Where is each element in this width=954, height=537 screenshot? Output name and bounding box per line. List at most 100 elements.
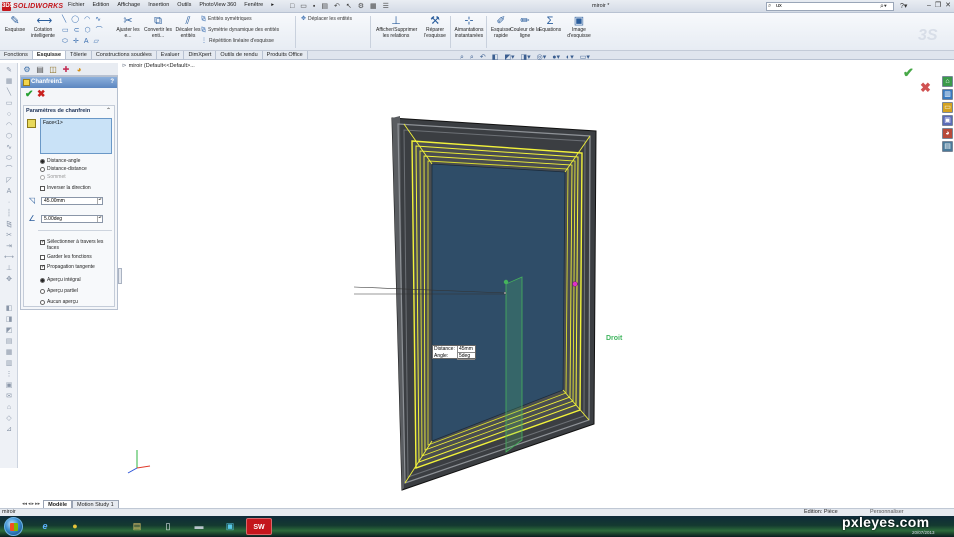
note-icon[interactable]: ✉ xyxy=(4,393,14,401)
polygon-icon[interactable]: ⬡ xyxy=(85,27,91,35)
flyout-feature-tree[interactable]: ⊳ miroir (Default<<Default>... xyxy=(122,63,195,69)
pattern-icon[interactable]: ⋮ xyxy=(4,371,14,379)
scroll-last-icon[interactable]: ▸▸ xyxy=(35,500,40,508)
arc-icon[interactable]: ◠ xyxy=(84,16,90,24)
menu-edition[interactable]: Edition xyxy=(93,2,110,8)
property-manager-icon[interactable]: ▤ xyxy=(35,65,45,74)
internet-explorer-icon[interactable]: e xyxy=(32,518,58,535)
ok-button[interactable]: ✔ xyxy=(25,90,33,100)
block-icon[interactable]: ▦ xyxy=(4,349,14,357)
help-icon[interactable]: ?▾ xyxy=(900,2,907,11)
appearances-icon[interactable]: ◕ xyxy=(942,128,953,139)
solidworks-taskbar-icon[interactable]: SW xyxy=(246,518,272,535)
circle-icon[interactable]: ◯ xyxy=(71,16,79,24)
undo-icon[interactable]: ↶ xyxy=(334,2,340,11)
view-icon[interactable]: ◧ xyxy=(4,305,14,313)
trim-button[interactable]: ✂ Ajuster les e... xyxy=(113,15,143,39)
fillet-icon[interactable]: ⌒ xyxy=(96,27,103,35)
radio-button[interactable] xyxy=(40,277,45,283)
measure-icon[interactable]: ⊿ xyxy=(4,426,14,434)
rectangle-icon[interactable]: ▭ xyxy=(62,27,69,35)
line-icon[interactable]: ╲ xyxy=(4,89,14,97)
pencil-icon[interactable]: ✎ xyxy=(4,67,14,75)
linear-pattern-button[interactable]: ⋮ Répétition linéaire d'esquisse xyxy=(201,38,274,45)
ellipse-icon[interactable]: ⬭ xyxy=(62,38,68,46)
photos-icon[interactable]: ▣ xyxy=(217,518,243,535)
solidworks-resources-icon[interactable]: ⌂ xyxy=(942,76,953,87)
move-entities-button[interactable]: ✥ Déplacer les entités xyxy=(301,16,352,23)
fillet-icon[interactable]: ⌒ xyxy=(4,166,14,174)
rebuild-icon[interactable]: ⚙ xyxy=(358,2,364,11)
flip-direction-checkbox[interactable]: Inverser la direction xyxy=(40,185,114,191)
datum-icon[interactable]: ◇ xyxy=(4,415,14,423)
mirror-entities-button[interactable]: ⧎ Entités symétriques xyxy=(201,16,252,23)
file-explorer-icon[interactable]: ▭ xyxy=(942,102,953,113)
keep-features-checkbox[interactable]: Garder les fonctions xyxy=(40,254,114,260)
hide-show-icon[interactable]: ◎▾ xyxy=(537,53,547,62)
view-palette-icon[interactable]: ▣ xyxy=(942,115,953,126)
start-button[interactable] xyxy=(4,517,23,536)
tab-outils-de-rendu[interactable]: Outils de rendu xyxy=(216,51,263,59)
tab-produits-office[interactable]: Produits Office xyxy=(262,51,308,59)
checkbox[interactable]: ✓ xyxy=(40,264,45,270)
zoom-to-fit-icon[interactable]: ⌕ xyxy=(460,53,464,62)
quick-snaps-button[interactable]: ⊹ Aimantations instantanées xyxy=(452,15,486,39)
menu-insertion[interactable]: Insertion xyxy=(148,2,169,8)
selection-item[interactable]: Face<1> xyxy=(43,120,109,126)
convert-entities-button[interactable]: ⧉ Convertir les enti... xyxy=(143,15,173,39)
equations-button[interactable]: Σ Equations xyxy=(535,15,565,34)
menu-photoview[interactable]: PhotoView 360 xyxy=(199,2,236,8)
spin-arrows-icon[interactable]: ▴▾ xyxy=(97,216,102,222)
menu-fenetre[interactable]: Fenêtre xyxy=(244,2,263,8)
radio-button[interactable] xyxy=(40,299,45,305)
centerline-icon[interactable]: ┆ xyxy=(4,210,14,218)
collapse-icon[interactable]: ⌃ xyxy=(106,107,111,114)
circle-icon[interactable]: ○ xyxy=(4,111,14,119)
radio-button[interactable] xyxy=(40,158,45,164)
spline-icon[interactable]: ∿ xyxy=(95,16,101,24)
dimxpert-icon[interactable]: ✚ xyxy=(61,65,71,74)
options-icon[interactable]: ☰ xyxy=(383,2,389,11)
dimension-callout[interactable]: Distance: 45mm Angle: 5deg xyxy=(432,345,476,360)
radio-full-preview[interactable]: Aperçu intégral xyxy=(40,277,81,283)
scroll-first-icon[interactable]: ◂◂ xyxy=(22,500,27,508)
angle-input[interactable]: 5.00deg ▴▾ xyxy=(41,215,103,223)
tab-motion-study[interactable]: Motion Study 1 xyxy=(72,500,119,508)
display-relations-button[interactable]: ⊥ Afficher/Supprimer les relations xyxy=(376,15,417,39)
table-icon[interactable]: ▥ xyxy=(4,360,14,368)
solidworks-logo[interactable]: 3DS SOLIDWORKS xyxy=(2,1,63,12)
right-plane[interactable] xyxy=(505,276,523,453)
notepad-icon[interactable]: ▯ xyxy=(155,518,181,535)
line-icon[interactable]: ╲ xyxy=(62,16,66,24)
radio-no-preview[interactable]: Aucun aperçu xyxy=(40,299,78,305)
distance-input[interactable]: 45.00mm ▴▾ xyxy=(41,197,103,205)
move-icon[interactable]: ✥ xyxy=(4,276,14,284)
polygon-icon[interactable]: ⬡ xyxy=(4,133,14,141)
new-document-icon[interactable]: □ xyxy=(290,2,294,11)
tangent-propagation-checkbox[interactable]: ✓ Propagation tangente xyxy=(40,264,114,270)
custom-properties-icon[interactable]: ▤ xyxy=(942,141,953,152)
media-icon[interactable]: ▬ xyxy=(186,518,212,535)
tab-dimxpert[interactable]: DimXpert xyxy=(184,51,217,59)
checkbox[interactable] xyxy=(40,185,45,191)
radio-button[interactable] xyxy=(40,288,45,294)
tab-evaluer[interactable]: Evaluer xyxy=(156,51,185,59)
rectangle-icon[interactable]: ▭ xyxy=(4,100,14,108)
graphics-area[interactable]: Distance: 45mm Angle: 5deg Droit xyxy=(122,61,940,499)
extend-icon[interactable]: ⇥ xyxy=(4,243,14,251)
view-settings-icon[interactable]: ▭▾ xyxy=(580,53,590,62)
help-icon[interactable]: ? xyxy=(110,77,114,88)
selection-list[interactable]: Face<1> xyxy=(40,118,112,154)
chamfer-icon[interactable]: ◸ xyxy=(4,177,14,185)
spin-arrows-icon[interactable]: ▴▾ xyxy=(97,198,102,204)
tab-constructions-soudees[interactable]: Constructions soudées xyxy=(91,51,157,59)
sheet-icon[interactable]: ▣ xyxy=(4,382,14,390)
select-through-faces-checkbox[interactable]: ✓ Sélectionner à travers les faces xyxy=(40,239,114,251)
menu-more-icon[interactable]: ▸ xyxy=(271,2,274,8)
minimize-icon[interactable]: – xyxy=(927,1,931,11)
checkbox[interactable] xyxy=(40,254,45,260)
radio-button[interactable] xyxy=(40,166,45,172)
search-dropdown-icon[interactable]: ⌕▾ xyxy=(880,2,887,11)
design-library-icon[interactable]: ▥ xyxy=(942,89,953,100)
menu-outils[interactable]: Outils xyxy=(177,2,191,8)
